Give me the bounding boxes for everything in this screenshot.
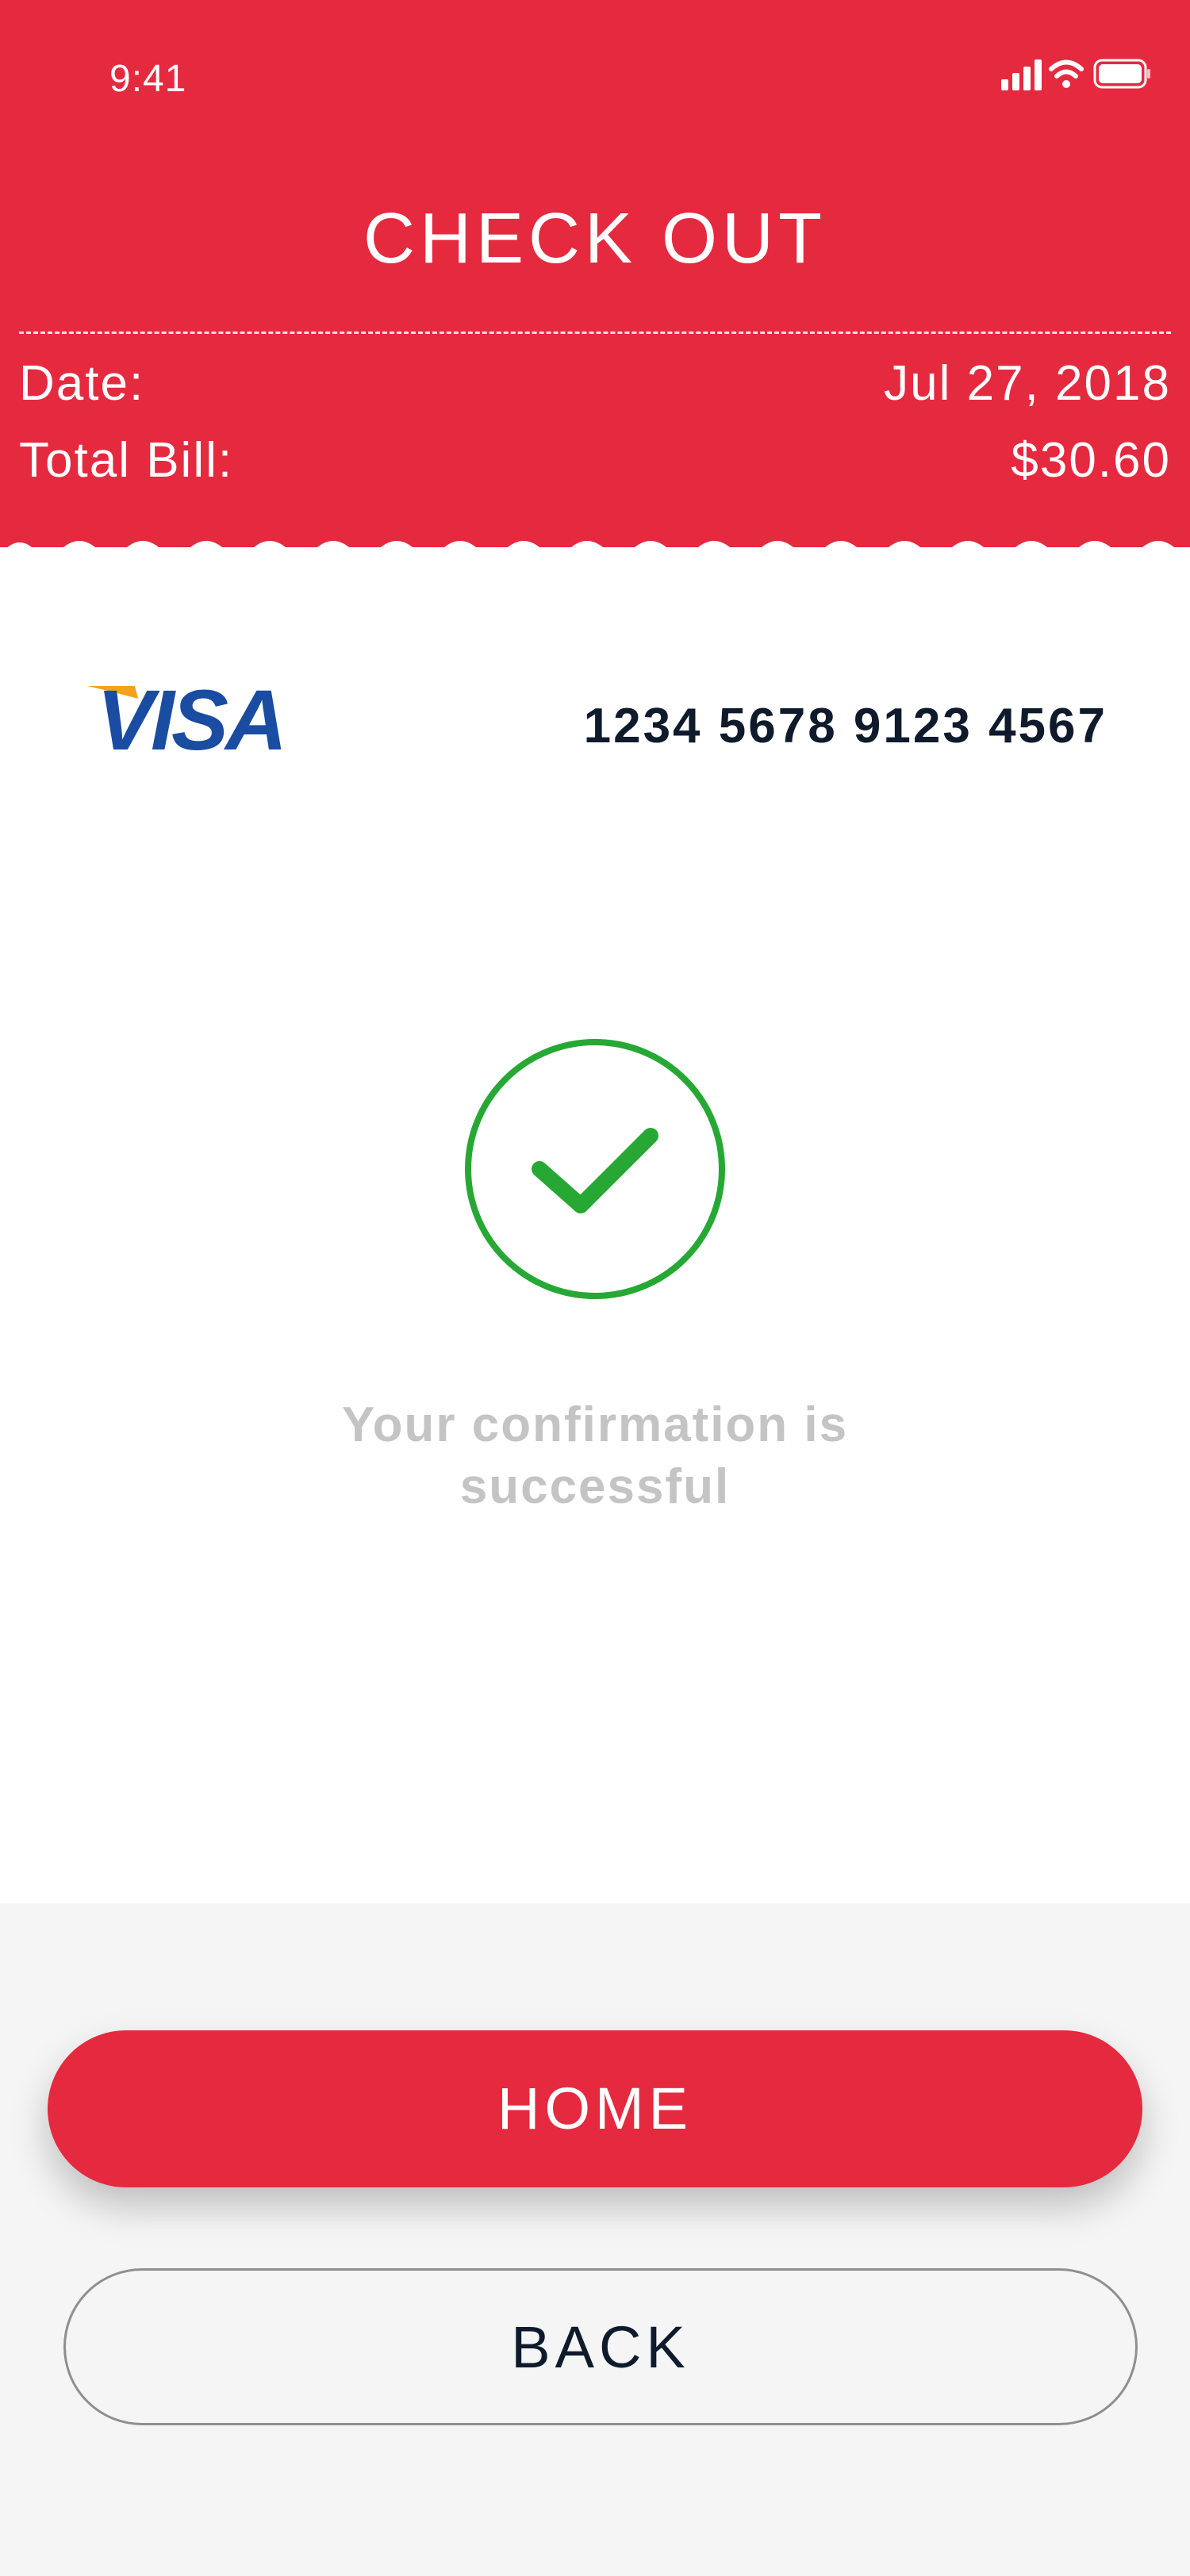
cellular-signal-icon	[1001, 59, 1042, 90]
status-time: 9:41	[109, 58, 187, 100]
wifi-icon	[1049, 59, 1084, 88]
checkmark-icon	[465, 1039, 725, 1299]
receipt-wavy-edge	[0, 541, 1190, 571]
checkout-header: 9:41 CHECK OUT Date: Jul 27, 2018 Total …	[0, 0, 1190, 547]
date-value: Jul 27, 2018	[884, 356, 1171, 411]
total-bill-value: $30.60	[1011, 433, 1171, 488]
card-number: 1234 5678 9123 4567	[583, 699, 1107, 753]
confirmation-message: Your confirmation is successful	[238, 1394, 952, 1518]
confirmation-line-1: Your confirmation is	[341, 1397, 849, 1452]
visa-logo: VISA	[87, 678, 287, 754]
page-title: CHECK OUT	[363, 199, 827, 278]
visa-logo-text: VISA	[97, 678, 284, 754]
battery-icon	[1093, 59, 1150, 89]
home-button[interactable]: HOME	[48, 2030, 1142, 2187]
back-button[interactable]: BACK	[63, 2268, 1138, 2425]
dashed-divider	[19, 332, 1171, 334]
date-label: Date:	[19, 356, 145, 411]
total-bill-label: Total Bill:	[19, 433, 234, 488]
status-icons	[1001, 59, 1150, 90]
confirmation-line-2: successful	[459, 1459, 731, 1514]
